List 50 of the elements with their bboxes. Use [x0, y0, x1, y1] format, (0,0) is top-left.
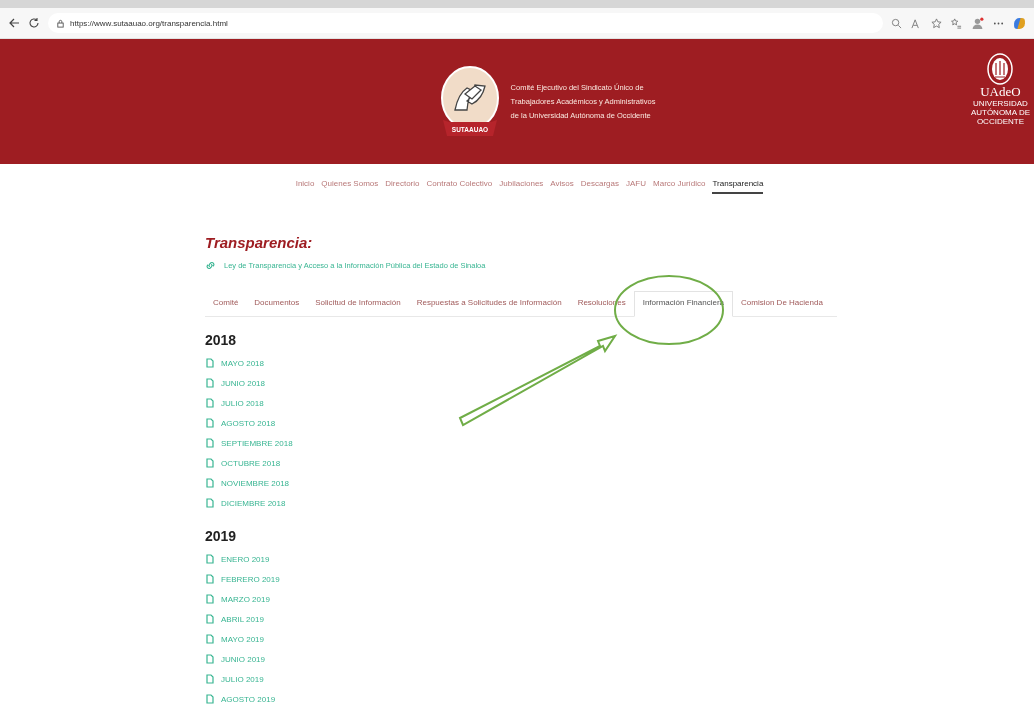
lock-icon — [56, 18, 65, 28]
university-crest-icon — [987, 53, 1014, 85]
year-heading: 2018 — [205, 331, 238, 349]
nav-link[interactable]: Avisos — [550, 179, 574, 194]
university-name-line: UNIVERSIDAD — [973, 99, 1028, 108]
file-link[interactable]: JULIO 2019 — [221, 674, 264, 684]
file-link[interactable]: MAYO 2018 — [221, 358, 264, 368]
nav-link[interactable]: Jubilaciones — [499, 179, 544, 194]
section-tab[interactable]: Comité — [205, 292, 247, 316]
nav-link[interactable]: Quienes Somos — [321, 179, 379, 194]
read-aloud-icon[interactable] — [911, 17, 922, 29]
file-link[interactable]: AGOSTO 2018 — [221, 418, 276, 428]
nav-link[interactable]: Directorio — [385, 179, 420, 194]
file-link[interactable]: SEPTIEMBRE 2018 — [221, 438, 293, 448]
address-bar[interactable]: https://www.sutaauao.org/transparencia.html — [48, 13, 883, 33]
nav-link[interactable]: JAFU — [626, 179, 646, 194]
favorites-icon[interactable] — [951, 17, 962, 29]
section-tab[interactable]: Respuestas a Solicitudes de Información — [408, 292, 570, 316]
file-link[interactable]: JUNIO 2019 — [221, 654, 266, 664]
university-acronym: UAdeO — [980, 85, 1021, 99]
file-link[interactable]: ENERO 2019 — [221, 554, 270, 564]
nav-link[interactable]: Descargas — [580, 179, 619, 194]
url-text: https://www.sutaauao.org/transparencia.html — [70, 18, 228, 28]
section-tab[interactable]: Solicitud de Información — [307, 292, 409, 316]
nav-link[interactable]: Inicio — [295, 179, 315, 194]
star-icon[interactable] — [931, 17, 942, 29]
profile-icon[interactable] — [971, 16, 984, 30]
university-name-line: OCCIDENTE — [976, 117, 1024, 126]
section-tab[interactable]: Comision De Hacienda — [733, 292, 831, 316]
nav-link[interactable]: Contrato Colectivo — [426, 179, 493, 194]
section-tab[interactable]: Documentos — [246, 292, 308, 316]
file-link[interactable]: AGOSTO 2019 — [221, 694, 276, 704]
file-link[interactable]: NOVIEMBRE 2018 — [221, 478, 290, 488]
university-name-line: AUTÓNOMA DE — [970, 108, 1030, 117]
nav-link[interactable]: Marco Jurídico — [653, 179, 706, 194]
refresh-icon[interactable] — [28, 17, 40, 29]
file-link[interactable]: JULIO 2018 — [221, 398, 264, 408]
file-link[interactable]: MARZO 2019 — [221, 594, 270, 604]
file-link[interactable]: OCTUBRE 2018 — [221, 458, 281, 468]
nav-link[interactable]: Transparencia — [712, 179, 764, 194]
back-arrow-icon[interactable] — [8, 17, 20, 29]
file-link[interactable]: JUNIO 2018 — [221, 378, 266, 388]
file-link[interactable]: ABRIL 2019 — [221, 614, 264, 624]
file-link[interactable]: FEBRERO 2019 — [221, 574, 280, 584]
link-icon — [205, 261, 216, 270]
file-link[interactable]: MAYO 2019 — [221, 634, 264, 644]
file-link[interactable]: DICIEMBRE 2018 — [221, 498, 286, 508]
page-title: Transparencia: — [205, 234, 314, 252]
zoom-icon[interactable] — [891, 17, 902, 29]
year-heading: 2019 — [205, 527, 238, 545]
